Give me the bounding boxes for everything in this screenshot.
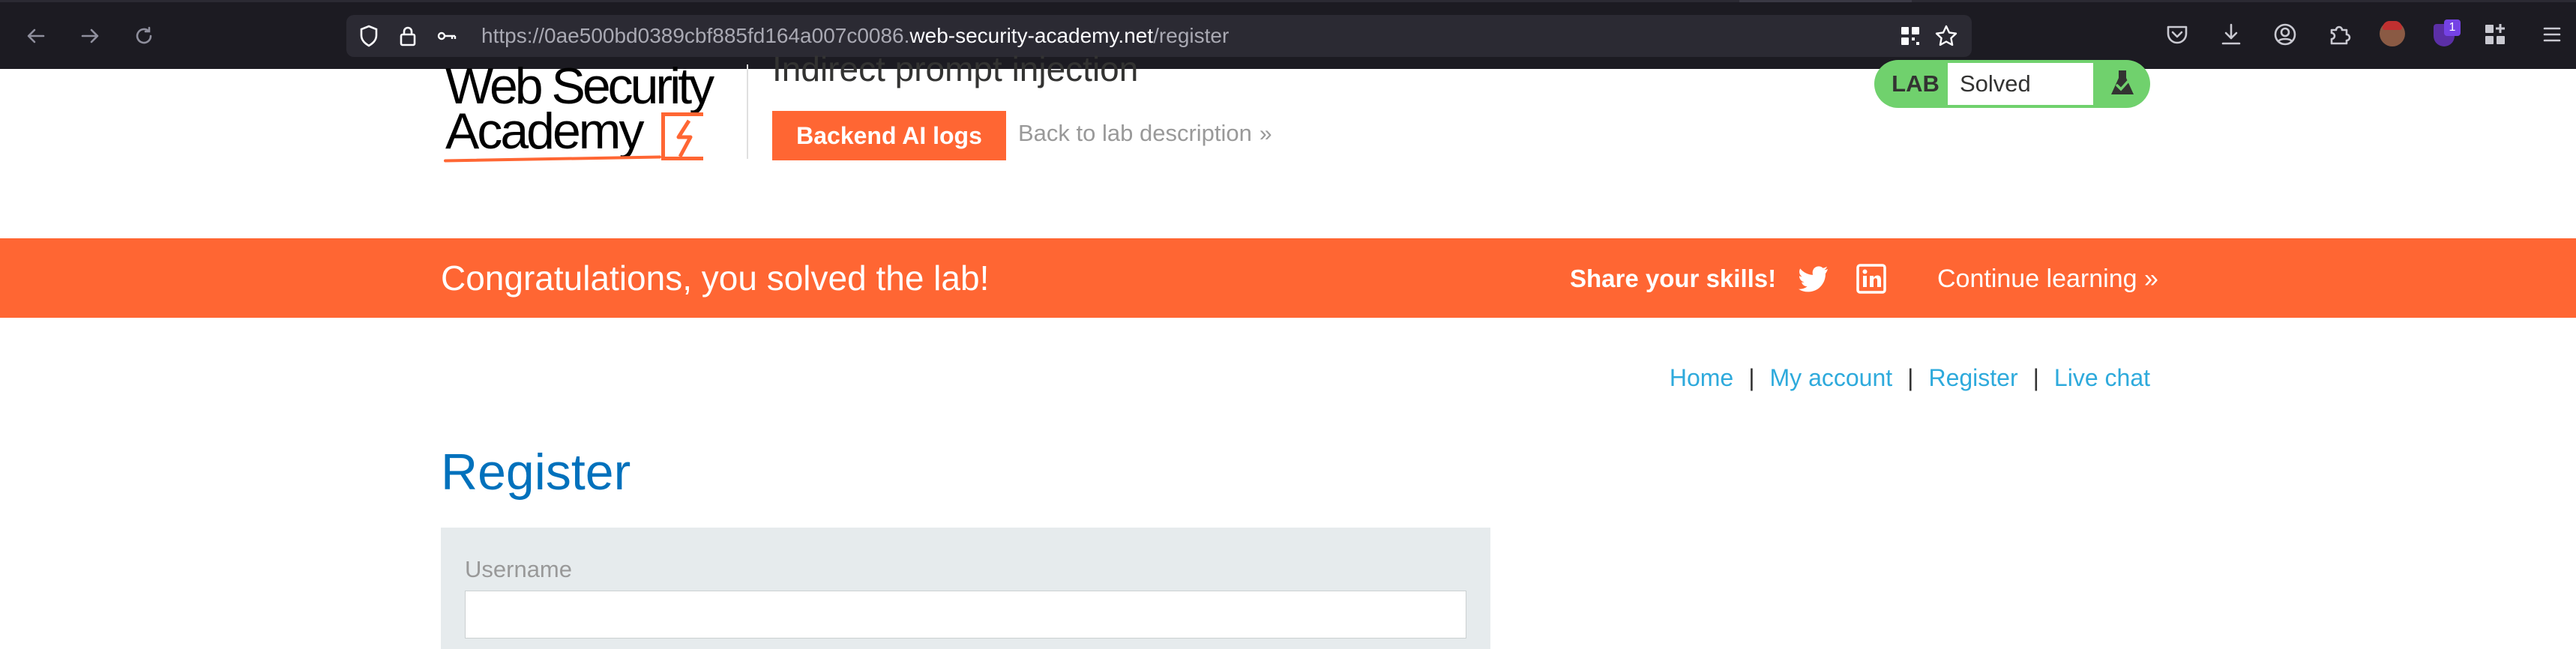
register-form: Username	[441, 528, 1490, 649]
bookmark-star-icon[interactable]	[1934, 24, 1958, 48]
nav-separator: |	[1748, 364, 1755, 391]
web-security-academy-logo[interactable]: Web Security Academy	[442, 60, 720, 165]
url-text[interactable]: https://0ae500bd0389cbf885fd164a007c0086…	[481, 25, 1229, 47]
pocket-icon[interactable]	[2164, 21, 2191, 48]
twitter-icon[interactable]	[1798, 264, 1829, 294]
linkedin-icon[interactable]	[1856, 264, 1886, 294]
double-chevron-right-icon: »	[1259, 121, 1272, 146]
logo-line2: Academy	[445, 103, 644, 160]
extension-shield-icon[interactable]: 1	[2434, 19, 2461, 46]
apps-grid-icon[interactable]	[2482, 21, 2509, 48]
active-tab-hint[interactable]	[1739, 0, 1912, 2]
qr-code-icon[interactable]	[1898, 24, 1922, 48]
avatar-icon[interactable]	[2380, 21, 2405, 46]
nav-register-link[interactable]: Register	[1928, 364, 2017, 391]
menu-hamburger-icon[interactable]	[2539, 21, 2566, 48]
reload-icon[interactable]	[129, 21, 159, 51]
header-divider	[747, 64, 748, 159]
lab-status-text: Solved	[1948, 63, 2093, 105]
lab-label: LAB	[1892, 70, 1939, 97]
solved-banner: Congratulations, you solved the lab! Sha…	[0, 238, 2576, 318]
extension-badge: 1	[2444, 19, 2461, 36]
tab-strip	[0, 0, 2576, 2]
logo-bolt-icon	[661, 112, 703, 160]
account-icon[interactable]	[2272, 21, 2299, 48]
share-skills-label: Share your skills!	[1570, 265, 1777, 292]
continue-learning-label: Continue learning	[1937, 265, 2137, 293]
avatar-hair	[2383, 21, 2402, 30]
back-to-lab-description-link[interactable]: Back to lab description »	[1018, 120, 1272, 147]
nav-home-link[interactable]: Home	[1670, 364, 1733, 391]
congratulations-message: Congratulations, you solved the lab!	[441, 259, 990, 298]
page-title: Register	[441, 444, 631, 501]
lab-status-widget: LAB Solved	[1874, 60, 2150, 108]
nav-separator: |	[1907, 364, 1914, 391]
back-arrow-icon[interactable]	[21, 21, 51, 51]
username-label: Username	[465, 556, 572, 582]
url-prefix: https://0ae500bd0389cbf885fd164a007c0086…	[481, 24, 910, 47]
double-chevron-right-icon: »	[2143, 265, 2158, 293]
permissions-icon[interactable]	[435, 24, 459, 48]
url-host: web-security-academy.net	[909, 24, 1154, 47]
nav-my-account-link[interactable]: My account	[1770, 364, 1893, 391]
address-bar[interactable]: https://0ae500bd0389cbf885fd164a007c0086…	[346, 15, 1972, 57]
download-icon[interactable]	[2218, 21, 2245, 48]
flask-check-icon	[2104, 64, 2141, 102]
continue-learning-link[interactable]: Continue learning »	[1937, 264, 2158, 294]
url-path: /register	[1153, 24, 1230, 47]
account-nav: Home | My account | Register | Live chat	[1670, 363, 2150, 393]
username-input[interactable]	[465, 591, 1466, 639]
lock-icon[interactable]	[396, 24, 420, 48]
browser-toolbar: https://0ae500bd0389cbf885fd164a007c0086…	[0, 0, 2576, 69]
extensions-puzzle-icon[interactable]	[2326, 21, 2353, 48]
back-link-label: Back to lab description	[1018, 120, 1252, 146]
forward-arrow-icon[interactable]	[75, 21, 105, 51]
backend-ai-logs-button[interactable]: Backend AI logs	[772, 111, 1006, 160]
nav-live-chat-link[interactable]: Live chat	[2054, 364, 2150, 391]
lab-title: Indirect prompt injection	[772, 49, 1139, 88]
nav-separator: |	[2032, 364, 2039, 391]
shield-icon[interactable]	[357, 24, 381, 48]
